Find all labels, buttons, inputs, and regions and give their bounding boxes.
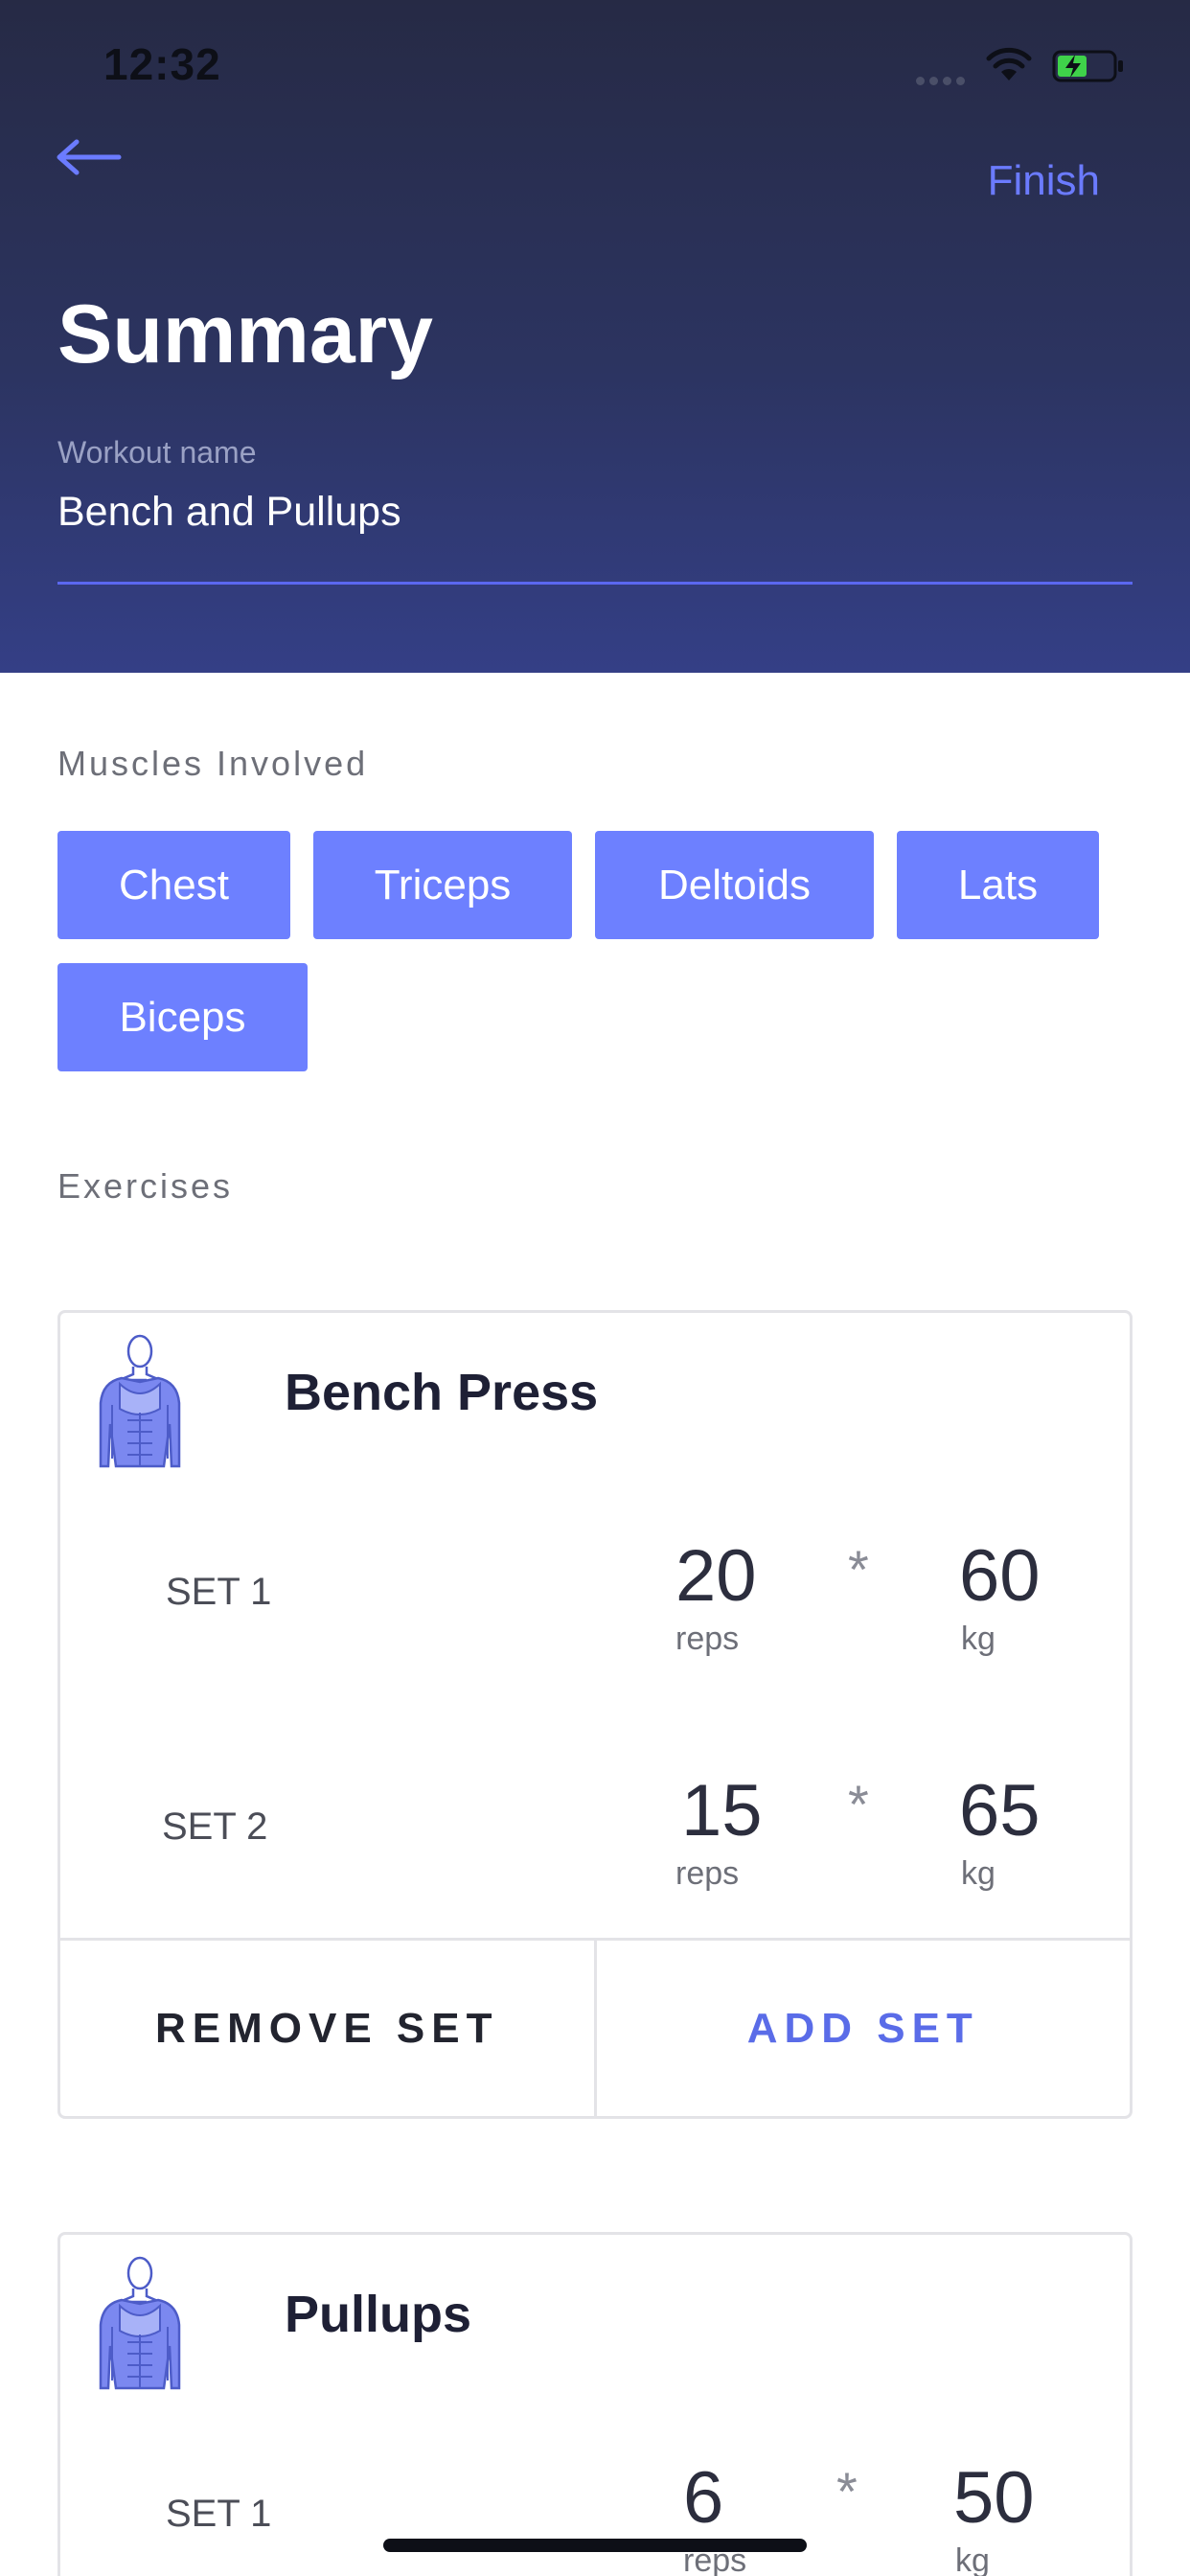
- muscle-tag-biceps[interactable]: Biceps: [57, 963, 308, 1071]
- muscle-tag-deltoids[interactable]: Deltoids: [595, 831, 874, 939]
- status-bar: 12:32: [0, 0, 1190, 125]
- back-arrow-icon[interactable]: [56, 134, 123, 180]
- reps-value: 15: [681, 1770, 763, 1852]
- cellular-signal-icon: [916, 73, 970, 85]
- workout-name-underline: [57, 582, 1133, 585]
- multiply-symbol: *: [848, 1774, 869, 1834]
- finish-button[interactable]: Finish: [988, 157, 1100, 205]
- weight-unit: kg: [961, 1855, 995, 1892]
- exercises-section-label: Exercises: [57, 1166, 234, 1206]
- exercise-card: Bench Press SET 1 20 reps * 60 kg SET 2 …: [57, 1310, 1133, 2119]
- workout-name-field[interactable]: [57, 485, 1133, 539]
- home-indicator[interactable]: [383, 2539, 807, 2552]
- reps-unit: reps: [675, 1855, 740, 1892]
- summary-screen: 12:32 Finish Summary Workout name Muscle…: [0, 0, 1190, 2576]
- set-row: SET 1 20 reps * 60 kg: [60, 1517, 1130, 1661]
- set-row: SET 2 15 reps * 65 kg: [60, 1752, 1130, 1896]
- remove-set-button[interactable]: REMOVE SET: [60, 1941, 597, 2116]
- exercise-name: Pullups: [285, 2286, 472, 2343]
- muscles-section-label: Muscles Involved: [57, 744, 369, 783]
- set-actions: REMOVE SET ADD SET: [60, 1938, 1130, 2116]
- muscle-body-icon: [99, 1334, 181, 1468]
- multiply-symbol: *: [848, 1539, 869, 1599]
- exercise-name: Bench Press: [285, 1364, 599, 1421]
- set-row: SET 1 6 reps * 50 kg: [60, 2439, 1130, 2576]
- reps-value: 20: [675, 1535, 757, 1617]
- set-label: SET 1: [166, 2493, 272, 2535]
- reps-value: 6: [683, 2457, 724, 2539]
- exercise-card: Pullups SET 1 6 reps * 50 kg: [57, 2232, 1133, 2576]
- summary-header: 12:32 Finish Summary Workout name: [0, 0, 1190, 673]
- multiply-symbol: *: [836, 2461, 858, 2521]
- weight-unit: kg: [955, 2542, 990, 2576]
- muscle-tag-triceps[interactable]: Triceps: [313, 831, 572, 939]
- wifi-icon: [986, 47, 1032, 80]
- weight-value: 60: [959, 1535, 1041, 1617]
- weight-value: 65: [959, 1770, 1041, 1852]
- status-time: 12:32: [103, 39, 221, 89]
- reps-unit: reps: [675, 1621, 740, 1657]
- page-title: Summary: [57, 288, 433, 380]
- battery-icon: [1052, 50, 1123, 82]
- add-set-button[interactable]: ADD SET: [597, 1941, 1131, 2116]
- set-label: SET 1: [166, 1571, 272, 1613]
- muscle-body-icon: [99, 2256, 181, 2390]
- weight-value: 50: [953, 2457, 1035, 2539]
- muscle-tag-chest[interactable]: Chest: [57, 831, 290, 939]
- workout-name-label: Workout name: [57, 435, 257, 470]
- muscle-tag-lats[interactable]: Lats: [897, 831, 1099, 939]
- weight-unit: kg: [961, 1621, 995, 1657]
- set-label: SET 2: [162, 1806, 268, 1848]
